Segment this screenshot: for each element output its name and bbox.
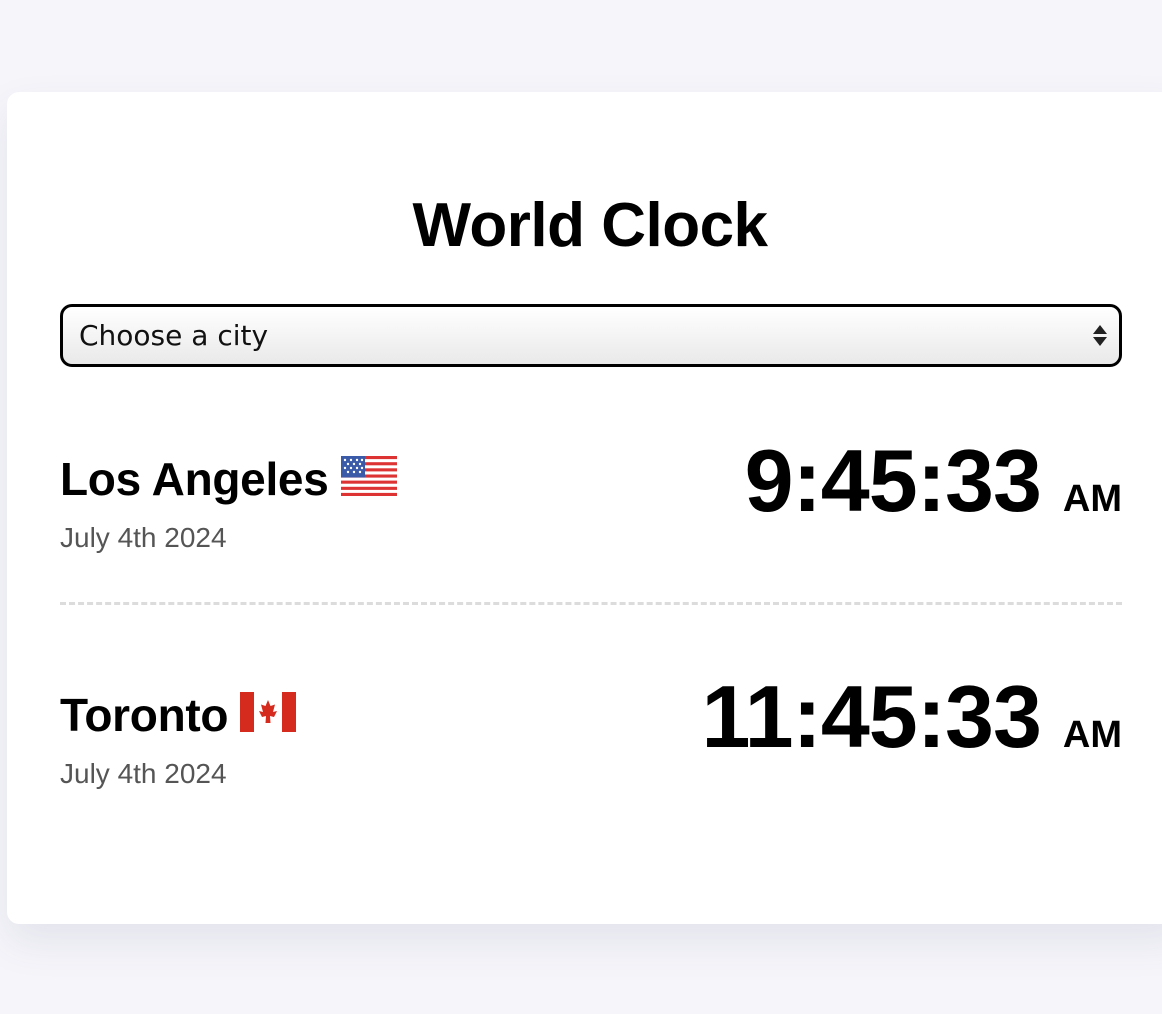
city-name-row: Toronto bbox=[60, 688, 297, 746]
city-select[interactable]: Choose a city bbox=[60, 304, 1122, 367]
time-value: 9:45:33 bbox=[744, 431, 1042, 530]
city-name-row: Los Angeles bbox=[60, 452, 397, 510]
city-name: Toronto bbox=[60, 689, 229, 741]
canada-flag-icon bbox=[240, 689, 297, 743]
city-date: July 4th 2024 bbox=[60, 522, 227, 553]
us-flag-icon bbox=[340, 453, 397, 507]
city-date: July 4th 2024 bbox=[60, 758, 227, 789]
select-arrows-icon bbox=[1093, 325, 1107, 346]
city-name: Los Angeles bbox=[60, 453, 329, 505]
page-title: World Clock bbox=[412, 191, 768, 260]
city-row: Toronto July 4th 2024 11:45:33 AM bbox=[60, 667, 1122, 838]
city-select-value: Choose a city bbox=[79, 319, 269, 352]
divider bbox=[60, 602, 1122, 605]
time-ampm: AM bbox=[1062, 478, 1122, 520]
city-time: 9:45:33 AM bbox=[745, 430, 1122, 532]
time-value: 11:45:33 bbox=[701, 667, 1041, 766]
city-time: 11:45:33 AM bbox=[701, 666, 1122, 768]
city-row: Los Angeles July 4th 2024 9:45:33 AM bbox=[60, 431, 1122, 602]
time-ampm: AM bbox=[1062, 714, 1122, 756]
world-clock-card: World Clock Choose a city Los Angeles Ju… bbox=[7, 92, 1162, 924]
